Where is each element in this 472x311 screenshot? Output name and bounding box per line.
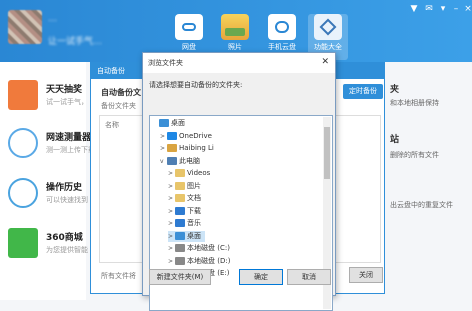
tree-node-label: Videos <box>187 169 211 177</box>
close-icon[interactable]: × <box>462 3 472 15</box>
drive-icon <box>175 244 185 252</box>
chevron-right-icon[interactable]: > <box>168 218 175 229</box>
tree-node-label: 图片 <box>187 181 201 190</box>
tree-node[interactable]: > 图片 <box>168 181 205 192</box>
mail-icon[interactable]: ✉ <box>423 3 435 15</box>
right-line-3: 出云盘中的重复文件 <box>390 201 453 209</box>
right-line-1: 和本地相册保持 <box>390 99 439 107</box>
chevron-right-icon[interactable]: > <box>168 243 175 254</box>
auto-backup-desc: 备份文件夹 <box>101 102 136 110</box>
tree-node[interactable]: > 音乐 <box>168 218 205 229</box>
chevron-right-icon[interactable]: > <box>160 143 167 154</box>
minimize-icon[interactable]: ▾ <box>437 3 449 15</box>
tree-node[interactable]: > 本地磁盘 (C:) <box>168 243 234 254</box>
ok-button[interactable]: 确定 <box>239 269 283 285</box>
right-line-2: 删除的所有文件 <box>390 151 439 159</box>
tree-node-label: 此电脑 <box>179 156 200 165</box>
tree-node-label: 桌面 <box>187 231 201 240</box>
clock-icon <box>8 178 38 208</box>
tree-node[interactable]: > OneDrive <box>160 131 216 142</box>
tree-node-label: 本地磁盘 (C:) <box>187 244 230 252</box>
lottery-icon <box>8 80 38 110</box>
tree-node-label: 音乐 <box>187 219 201 227</box>
chevron-right-icon[interactable]: > <box>168 256 175 267</box>
dialog-title: 浏览文件夹 <box>143 53 335 73</box>
list-header-name: 名称 <box>105 121 119 129</box>
tree-node[interactable]: > 下载 <box>168 206 205 217</box>
tree-node-label: 桌面 <box>171 119 185 127</box>
tree-node-label: 文档 <box>187 194 201 202</box>
chevron-down-icon[interactable]: v <box>160 156 167 167</box>
drive-icon <box>175 256 185 265</box>
photo-icon <box>221 14 249 40</box>
dialog-close-icon[interactable]: ✕ <box>321 57 329 67</box>
user-subtitle: 让一试手气… <box>48 37 103 47</box>
scrollbar-thumb[interactable] <box>324 127 330 179</box>
pictures-icon <box>175 181 185 190</box>
browse-folder-dialog: 浏览文件夹 ✕ 请选择想要自动备份的文件夹: 桌面 > OneDrive > Haibi… <box>142 52 336 311</box>
right-heading-1: 夹 <box>390 85 400 95</box>
chevron-right-icon[interactable]: > <box>168 231 175 242</box>
user-icon <box>167 144 177 152</box>
tree-node-label: Haibing Li <box>179 144 214 152</box>
cancel-button[interactable]: 取消 <box>287 269 331 285</box>
chevron-right-icon[interactable]: > <box>168 193 175 204</box>
tree-node[interactable]: v 此电脑 <box>160 156 204 167</box>
chevron-right-icon[interactable]: > <box>160 131 167 142</box>
tools-icon <box>314 14 342 40</box>
chevron-right-icon[interactable]: > <box>168 168 175 179</box>
backup-footer: 所有文件将 <box>101 272 136 280</box>
tree-node[interactable]: > 本地磁盘 (D:) <box>168 256 234 267</box>
tree-node[interactable]: 桌面 <box>152 118 189 129</box>
auto-backup-section-title: 自动备份文 <box>101 88 141 97</box>
chevron-right-icon[interactable]: > <box>168 181 175 192</box>
cloud-icon <box>167 131 177 140</box>
tree-node[interactable]: > Videos <box>168 168 214 179</box>
nickname: … <box>48 14 57 24</box>
avatar[interactable] <box>8 10 42 44</box>
cloud-icon <box>175 14 203 40</box>
mall-icon <box>8 228 38 258</box>
computer-icon <box>167 156 177 165</box>
new-folder-button[interactable]: 新建文件夹(M) <box>149 269 211 285</box>
chevron-right-icon[interactable]: > <box>168 206 175 217</box>
speedometer-icon <box>8 128 38 158</box>
maximize-icon[interactable]: – <box>450 3 462 15</box>
tree-node[interactable]: > 桌面 <box>168 230 205 242</box>
skin-icon[interactable]: ▼ <box>408 3 420 15</box>
tree-node-label: 本地磁盘 (D:) <box>187 256 231 265</box>
tree-node[interactable]: > Haibing Li <box>160 143 218 154</box>
desktop-icon <box>159 119 169 127</box>
phone-cloud-icon <box>268 14 296 40</box>
dialog-prompt: 请选择想要自动备份的文件夹: <box>149 81 243 89</box>
desktop-icon <box>175 231 185 240</box>
right-heading-2: 站 <box>390 135 400 145</box>
close-backup-button[interactable]: 关闭 <box>349 267 383 283</box>
tree-node-label: OneDrive <box>179 131 212 140</box>
folder-icon <box>175 169 185 177</box>
tree-node-label: 下载 <box>187 206 201 215</box>
scheduled-backup-button[interactable]: 定时备份 <box>343 84 383 99</box>
download-icon <box>175 206 185 215</box>
music-icon <box>175 219 185 227</box>
tree-node[interactable]: > 文档 <box>168 193 205 204</box>
documents-icon <box>175 194 185 202</box>
